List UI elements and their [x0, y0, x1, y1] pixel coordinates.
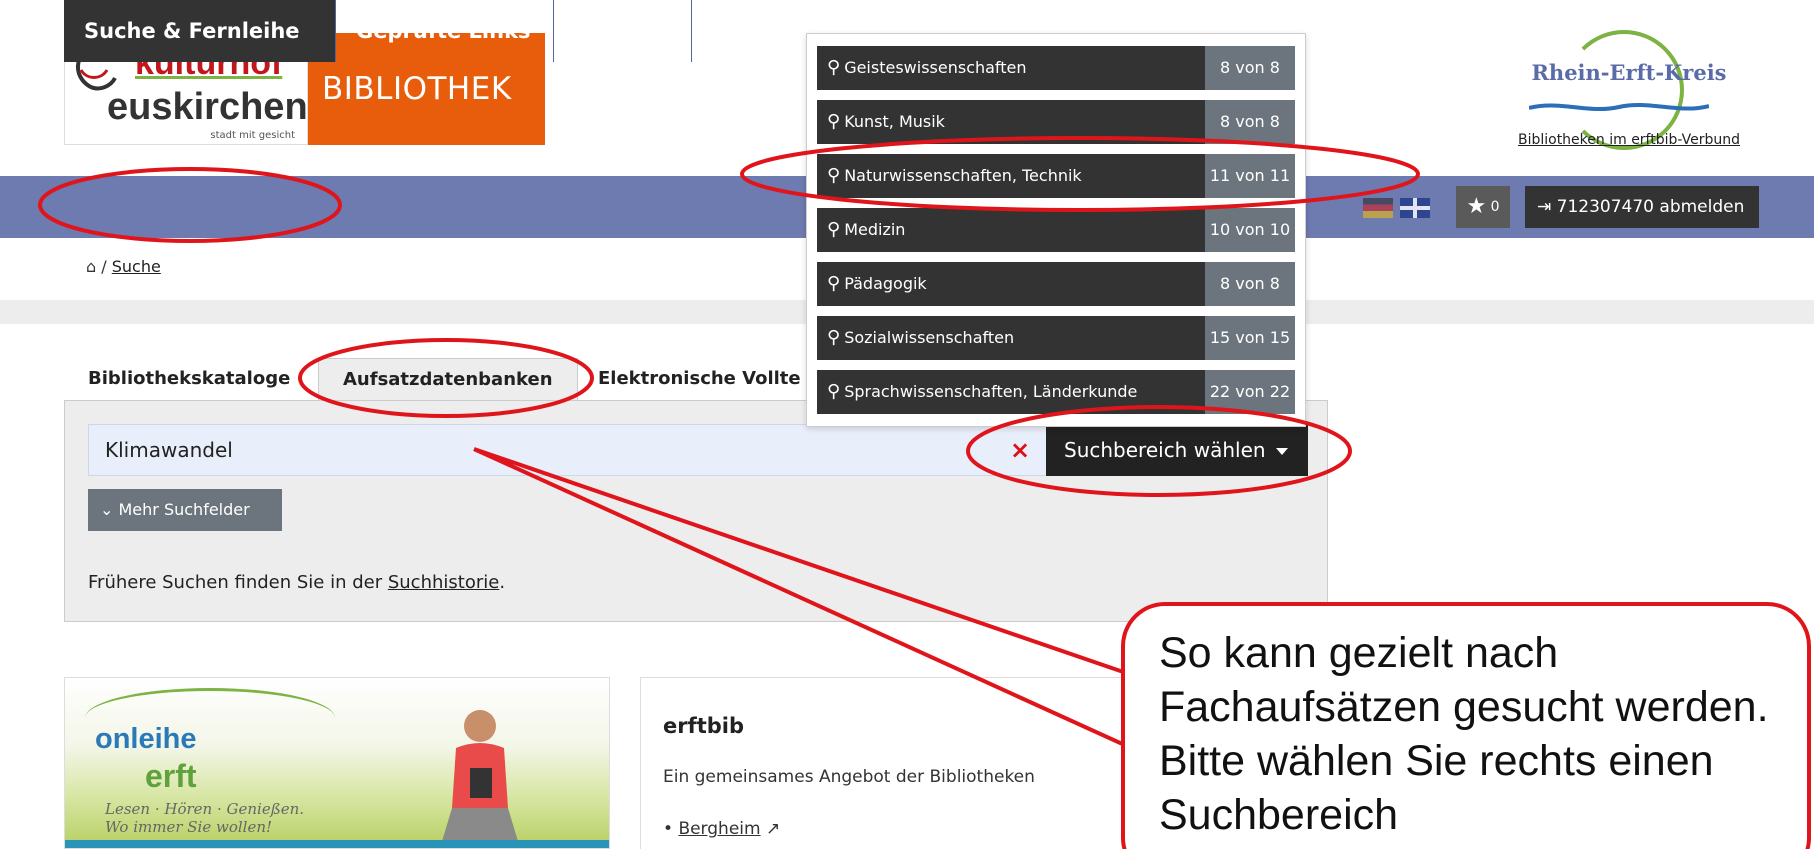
erftbib-card: erftbib Ein gemeinsames Angebot der Bibl… [640, 677, 1180, 849]
chevron-down-icon [1275, 448, 1288, 455]
logout-label: 712307470 abmelden [1556, 197, 1745, 217]
dropdown-item-count: 22 von 22 [1205, 370, 1295, 414]
nav-gepruefte-links[interactable]: Geprüfte Links [336, 0, 554, 62]
suchbereich-dropdown: ⚲ Geisteswissenschaften 8 von 8 ⚲ Kunst, M… [806, 33, 1306, 427]
nav-links-label: Geprüfte Links [356, 19, 531, 43]
search-icon: ⚲ [827, 165, 841, 186]
logo-euskirchen-text: euskirchen [107, 86, 308, 128]
dropdown-item-label: Kunst, Musik [844, 112, 945, 131]
dropdown-item-medizin[interactable]: ⚲ Medizin 10 von 10 [817, 208, 1295, 252]
dropdown-item-count: 10 von 10 [1205, 208, 1295, 252]
history-suffix: . [499, 572, 506, 593]
nav-suche-fernleihe[interactable]: Suche & Fernleihe [64, 0, 336, 98]
onleihe-brand: onleihe [95, 723, 197, 755]
history-link[interactable]: Suchhistorie [388, 572, 499, 593]
german-flag-icon[interactable] [1363, 198, 1393, 218]
star-icon: ★ [1466, 194, 1487, 219]
dropdown-item-geisteswissenschaften[interactable]: ⚲ Geisteswissenschaften 8 von 8 [817, 46, 1295, 90]
onleihe-erft-banner[interactable]: onleihe erft Lesen · Hören · Genießen. W… [64, 677, 610, 849]
nav-konto[interactable]: Konto [554, 0, 692, 62]
annotation-callout: So kann gezielt nach Fachaufsätzen gesuc… [1121, 602, 1811, 849]
chevron-down-icon [651, 28, 664, 36]
dropdown-item-count: 8 von 8 [1205, 46, 1295, 90]
breadcrumb-separator: / [101, 257, 107, 276]
uk-flag-icon[interactable] [1400, 198, 1430, 218]
nav-konto-label: Konto [574, 19, 644, 43]
rek-wave-icon [1529, 102, 1709, 112]
dropdown-item-label: Geisteswissenschaften [844, 58, 1027, 77]
dropdown-item-sprachwissenschaften[interactable]: ⚲ Sprachwissenschaften, Länderkunde 22 vo… [817, 370, 1295, 414]
erftbib-text: Ein gemeinsames Angebot der Bibliotheken [663, 767, 1035, 787]
tab-bibliothekskataloge[interactable]: Bibliothekskataloge [64, 358, 314, 400]
search-input[interactable]: Klimawandel [88, 424, 1140, 476]
logo-tagline: stadt mit gesicht [210, 130, 295, 141]
erftbib-title: erftbib [663, 714, 745, 738]
tab-aufsatzdatenbanken[interactable]: Aufsatzdatenbanken [318, 358, 578, 400]
more-search-fields-label: Mehr Suchfelder [118, 500, 250, 519]
rhein-erft-kreis-logo[interactable]: Rhein-Erft-Kreis Bibliotheken im erftbib… [1494, 30, 1764, 155]
search-history-text: Frühere Suchen finden Sie in der Suchhis… [88, 572, 505, 593]
dropdown-item-kunst-musik[interactable]: ⚲ Kunst, Musik 8 von 8 [817, 100, 1295, 144]
search-icon: ⚲ [827, 327, 841, 348]
breadcrumb-suche-link[interactable]: Suche [112, 257, 161, 276]
dropdown-item-naturwissenschaften[interactable]: ⚲ Naturwissenschaften, Technik 11 von 11 [817, 154, 1295, 198]
dropdown-item-count: 8 von 8 [1205, 262, 1295, 306]
reading-person-illustration [440, 710, 520, 848]
dropdown-item-count: 11 von 11 [1205, 154, 1295, 198]
rek-name: Rhein-Erft-Kreis [1531, 60, 1727, 85]
dropdown-item-label: Medizin [844, 220, 906, 239]
search-icon: ⚲ [827, 381, 841, 402]
suchbereich-button[interactable]: Suchbereich wählen [1046, 424, 1308, 476]
favorites-count: 0 [1490, 199, 1500, 215]
chevron-down-icon: ⌄ [100, 500, 114, 519]
suchbereich-label: Suchbereich wählen [1064, 438, 1266, 462]
external-link-icon: ↗ [765, 819, 781, 839]
slogan-line-1: Lesen · Hören · Genießen. [105, 800, 305, 818]
bullet-icon: • [663, 819, 674, 839]
search-icon: ⚲ [827, 273, 841, 294]
dropdown-item-label: Pädagogik [844, 274, 927, 293]
breadcrumb: ⌂ / Suche [86, 257, 161, 276]
chevron-down-icon [92, 90, 104, 98]
search-icon: ⚲ [827, 57, 841, 78]
clear-search-icon[interactable]: × [1000, 424, 1040, 476]
search-icon: ⚲ [827, 111, 841, 132]
onleihe-slogan: Lesen · Hören · Genießen. Wo immer Sie w… [105, 800, 304, 836]
dropdown-item-paedagogik[interactable]: ⚲ Pädagogik 8 von 8 [817, 262, 1295, 306]
nav-suche-label: Suche & Fernleihe [84, 19, 300, 43]
slogan-line-2: Wo immer Sie wollen! [105, 818, 273, 836]
banner-bottom-bar [65, 840, 609, 848]
dropdown-item-label: Sprachwissenschaften, Länderkunde [844, 382, 1138, 401]
dropdown-item-label: Naturwissenschaften, Technik [844, 166, 1082, 185]
dropdown-item-count: 8 von 8 [1205, 100, 1295, 144]
search-icon: ⚲ [827, 219, 841, 240]
rek-verbund-link[interactable]: Bibliotheken im erftbib-Verbund [1494, 132, 1764, 148]
home-icon[interactable]: ⌂ [86, 257, 96, 276]
tab-elektronische-volltexte[interactable]: Elektronische Vollte [574, 358, 825, 400]
dropdown-item-label: Sozialwissenschaften [844, 328, 1015, 347]
favorites-button[interactable]: ★ 0 [1456, 186, 1510, 228]
more-search-fields-button[interactable]: ⌄ Mehr Suchfelder [88, 489, 282, 531]
erft-brand: erft [145, 758, 197, 794]
dropdown-item-sozialwissenschaften[interactable]: ⚲ Sozialwissenschaften 15 von 15 [817, 316, 1295, 360]
logout-icon: ⇥ [1537, 197, 1552, 217]
bergheim-link[interactable]: Bergheim [678, 819, 760, 839]
dropdown-item-count: 15 von 15 [1205, 316, 1295, 360]
logout-button[interactable]: ⇥ 712307470 abmelden [1525, 186, 1759, 228]
list-item: • Bergheim ↗ [663, 819, 780, 839]
history-prefix: Frühere Suchen finden Sie in der [88, 572, 388, 593]
